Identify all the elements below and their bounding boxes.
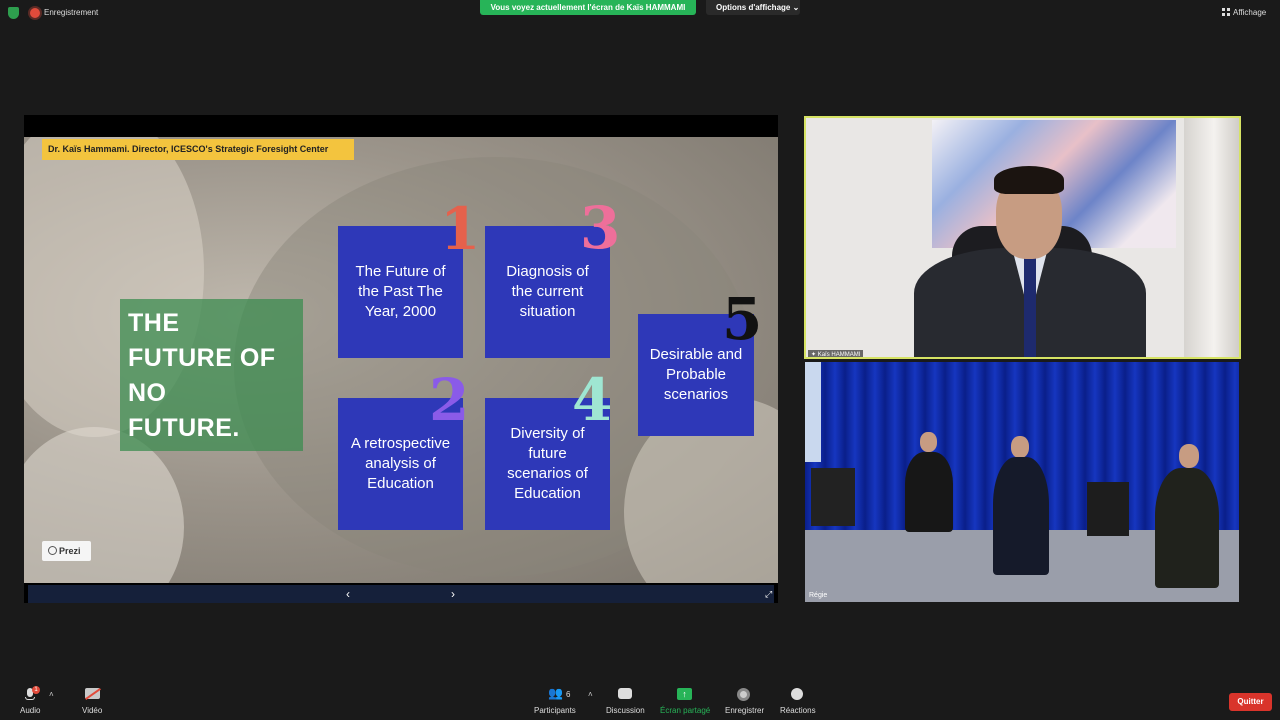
chat-button[interactable]: Discussion: [606, 706, 645, 715]
view-options-label: Options d'affichage: [716, 3, 791, 12]
slide-caption: Dr. Kaïs Hammami. Director, ICESCO's Str…: [42, 139, 354, 160]
card-number-3: 3: [580, 194, 621, 262]
card-number-1: 1: [440, 195, 481, 263]
prezi-label: Prezi: [59, 546, 81, 556]
speaker-video-tile[interactable]: ✦ Kaïs HAMMAMI: [804, 116, 1241, 359]
chevron-down-icon: ⌄: [792, 3, 800, 12]
speaker-tie: [1024, 258, 1036, 357]
participants-count: 6: [566, 690, 571, 699]
next-slide-button[interactable]: ›: [451, 587, 455, 601]
share-banner: Vous voyez actuellement l'écran de Kaïs …: [480, 0, 696, 15]
panelist-1-body: [905, 452, 953, 532]
pin-icon: ✦: [811, 352, 817, 358]
card-text: Desirable and Probable scenarios: [649, 346, 743, 403]
speaker-name: Kaïs HAMMAMI: [817, 352, 861, 358]
card-text: A retrospective analysis of Education: [350, 435, 451, 492]
prezi-logo-icon: [48, 546, 57, 555]
card-text: The Future of the Past The Year, 2000: [355, 263, 446, 320]
card-text: Diversity of future scenarios of Educati…: [507, 425, 588, 502]
card-number-4: 4: [572, 366, 613, 434]
previous-slide-button[interactable]: ‹: [346, 587, 350, 601]
chat-icon[interactable]: [618, 688, 632, 699]
panelist-2-body: [993, 457, 1049, 575]
card-text: Diagnosis of the current situation: [506, 263, 589, 320]
audio-badge: 1: [32, 686, 40, 694]
panelist-3-head: [1179, 444, 1199, 468]
slide-title-line: NO: [128, 379, 167, 407]
participants-icon[interactable]: 👥: [548, 686, 563, 700]
view-button-label: Affichage: [1233, 8, 1267, 17]
panelist-1-head: [920, 432, 937, 452]
grid-icon: [1222, 8, 1230, 16]
stage-banner: [805, 362, 821, 462]
card-number-5: 5: [722, 285, 763, 353]
recording-label: Enregistrement: [44, 8, 99, 17]
card-number-2: 2: [429, 366, 470, 434]
share-screen-icon[interactable]: ↑: [677, 688, 692, 700]
recording-icon: [30, 8, 40, 18]
chair-empty-right: [1087, 482, 1129, 536]
record-button[interactable]: Enregistrer: [725, 706, 764, 715]
stage-name-label: Régie: [809, 592, 828, 599]
view-button[interactable]: Affichage: [1222, 8, 1266, 17]
share-screen-button[interactable]: Écran partagé: [660, 706, 710, 715]
panelist-2-head: [1011, 436, 1029, 458]
speaker-name-label: ✦ Kaïs HAMMAMI: [808, 350, 864, 358]
participants-options-chevron-icon[interactable]: ˄: [588, 690, 593, 699]
quit-button[interactable]: Quitter: [1229, 693, 1272, 711]
slide-navigation-bar: [28, 585, 774, 603]
stage-video-tile[interactable]: Régie: [805, 362, 1239, 602]
prezi-badge[interactable]: Prezi: [42, 541, 91, 561]
audio-button[interactable]: Audio: [20, 706, 40, 715]
chair-empty-left: [811, 468, 855, 526]
audio-options-chevron-icon[interactable]: ˄: [49, 690, 54, 699]
speaker-hair: [994, 166, 1064, 194]
slide-title-line: FUTURE OF: [128, 344, 276, 372]
participants-button[interactable]: Participants: [534, 706, 576, 715]
flag: [1184, 118, 1239, 357]
slide-title-line: FUTURE.: [128, 414, 240, 442]
record-icon[interactable]: [737, 688, 750, 701]
slide-title: THE FUTURE OF NO FUTURE.: [128, 306, 298, 446]
security-shield-icon[interactable]: [8, 7, 19, 19]
fullscreen-icon[interactable]: ⤢: [765, 589, 772, 600]
video-button[interactable]: Vidéo: [82, 706, 102, 715]
reactions-button[interactable]: Réactions: [780, 706, 816, 715]
reactions-icon[interactable]: [791, 688, 803, 700]
panelist-3-body: [1155, 468, 1219, 588]
view-options-dropdown[interactable]: Options d'affichage ⌄: [706, 0, 800, 15]
video-off-icon[interactable]: [85, 688, 101, 700]
slide-title-line: THE: [128, 309, 180, 337]
